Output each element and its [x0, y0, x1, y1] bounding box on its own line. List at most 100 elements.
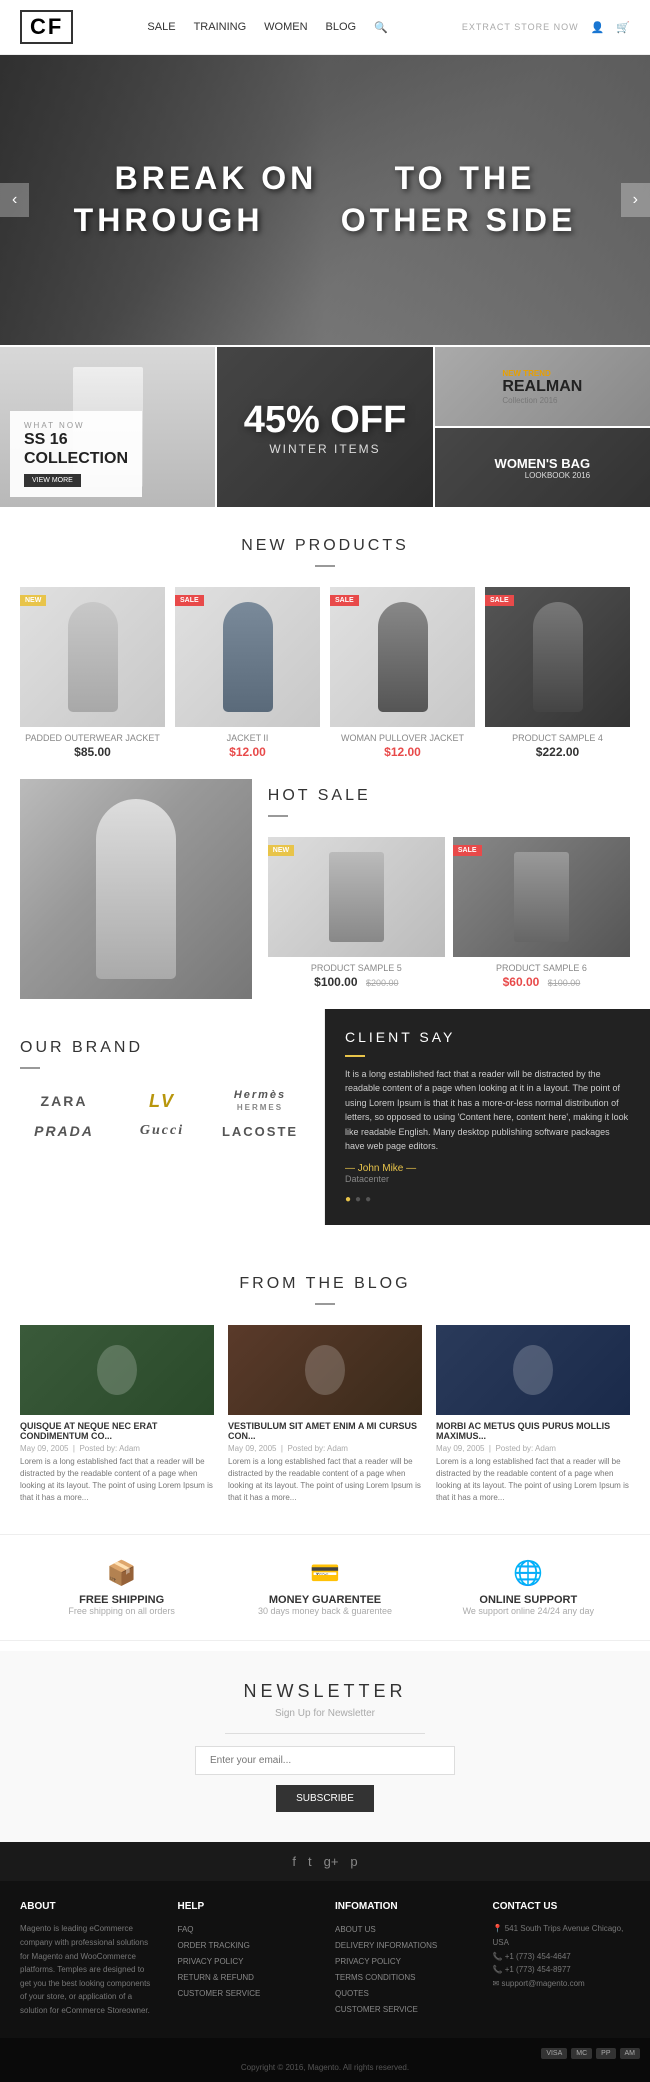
facebook-icon[interactable]: f	[292, 1854, 296, 1869]
client-say-title: CLIENT SAY	[345, 1029, 630, 1045]
hot-product-image-2[interactable]: SALE	[453, 837, 630, 957]
footer-link-privacy[interactable]: PRIVACY POLICY	[178, 1954, 316, 1970]
promo-realman[interactable]: NEW TREND REALMAN Collection 2016	[435, 347, 650, 426]
hero-prev-button[interactable]: ‹	[0, 183, 29, 217]
product-card-4: SALE PRODUCT SAMPLE 4 $222.00	[485, 587, 630, 759]
product-price-1: $85.00	[20, 745, 165, 759]
hot-product-2: SALE PRODUCT SAMPLE 6 $60.00 $100.00	[453, 837, 630, 991]
newsletter-subscribe-button[interactable]: SUBSCRIBE	[276, 1785, 374, 1812]
blog-post-2: VESTIBULUM SIT AMET ENIM A MI CURSUS CON…	[228, 1325, 422, 1504]
brand-lv[interactable]: LV	[118, 1091, 206, 1112]
nav-blog[interactable]: BLOG	[326, 21, 357, 34]
product-image-3[interactable]: SALE	[330, 587, 475, 727]
newsletter-email-input[interactable]	[195, 1746, 455, 1775]
footer-link-faq[interactable]: FAQ	[178, 1922, 316, 1938]
dot-2[interactable]: ●	[355, 1194, 361, 1205]
nav-training[interactable]: TRAINING	[194, 21, 247, 34]
promo-badge: WHAT NOW	[24, 421, 128, 430]
blog-date-1: May 09, 2005	[20, 1444, 68, 1453]
hot-tag-2: SALE	[453, 845, 482, 856]
main-nav: SALE TRAINING WOMEN BLOG 🔍	[147, 21, 387, 34]
pinterest-icon[interactable]: p	[350, 1854, 357, 1869]
blog-meta-1: May 09, 2005 | Posted by: Adam	[20, 1444, 214, 1453]
footer-address: 📍 541 South Trips Avenue Chicago, USA	[493, 1922, 631, 1949]
extract-store-link[interactable]: EXTRACT STORE NOW	[462, 22, 579, 32]
footer-link-delivery[interactable]: DELIVERY INFORMATIONS	[335, 1938, 473, 1954]
newsletter-section: NEWSLETTER Sign Up for Newsletter SUBSCR…	[0, 1651, 650, 1842]
footer-link-about[interactable]: ABOUT US	[335, 1922, 473, 1938]
product-image-4[interactable]: SALE	[485, 587, 630, 727]
blog-image-2[interactable]	[228, 1325, 422, 1415]
cart-icon[interactable]: 🛒	[616, 21, 630, 34]
brand-lacoste[interactable]: LACOSTE	[216, 1124, 304, 1139]
new-products-grid: NEW PADDED OUTERWEAR JACKET $85.00 SALE …	[0, 587, 650, 779]
product-name-2: JACKET II	[175, 733, 320, 743]
dot-3[interactable]: ●	[365, 1194, 371, 1205]
our-brand-title: OUR BRAND	[20, 1029, 304, 1067]
hot-sale-section: HOT SALE NEW PRODUCT SAMPLE 5 $100.00 $2…	[0, 779, 650, 1009]
footer-link-customer2[interactable]: CUSTOMER SERVICE	[335, 2002, 473, 2018]
footer-phone1[interactable]: 📞 +1 (773) 454-4647	[493, 1950, 631, 1964]
hot-tag-1: NEW	[268, 845, 294, 856]
hero-banner: ‹ BREAK ON TO THE THROUGH OTHER SIDE ›	[0, 55, 650, 345]
nav-women[interactable]: WOMEN	[264, 21, 307, 34]
hot-product-1: NEW PRODUCT SAMPLE 5 $100.00 $200.00	[268, 837, 445, 991]
payment-icons: VISA MC PP AM	[10, 2048, 640, 2059]
brand-gucci[interactable]: Gucci	[118, 1123, 206, 1139]
footer-link-return[interactable]: RETURN & REFUND	[178, 1970, 316, 1986]
product-image-2[interactable]: SALE	[175, 587, 320, 727]
features-section: 📦 FREE SHIPPING Free shipping on all ord…	[0, 1534, 650, 1641]
footer-link-tracking[interactable]: ORDER TRACKING	[178, 1938, 316, 1954]
client-author: — John Mike —	[345, 1163, 630, 1174]
blog-section: FROM THE BLOG QUISQUE AT NEQUE NEC ERAT …	[0, 1227, 650, 1524]
hot-product-name-1: PRODUCT SAMPLE 5	[268, 963, 445, 973]
product-price-2: $12.00	[175, 745, 320, 759]
blog-meta-2: May 09, 2005 | Posted by: Adam	[228, 1444, 422, 1453]
brand-zara[interactable]: ZARA	[20, 1093, 108, 1109]
blog-image-3[interactable]	[436, 1325, 630, 1415]
blog-image-1[interactable]	[20, 1325, 214, 1415]
support-icon: 🌐	[427, 1559, 630, 1588]
footer-link-terms[interactable]: TERMS CONDITIONS	[335, 1970, 473, 1986]
client-say-quote: It is a long established fact that a rea…	[345, 1067, 630, 1153]
brand-hermes[interactable]: HermèsHERMES	[216, 1089, 304, 1113]
brand-divider	[20, 1067, 40, 1069]
twitter-icon[interactable]: t	[308, 1854, 312, 1869]
google-plus-icon[interactable]: g+	[324, 1854, 339, 1869]
product-tag-4: SALE	[485, 595, 514, 606]
footer-link-privacy2[interactable]: PRIVACY POLICY	[335, 1954, 473, 1970]
footer-email[interactable]: ✉ support@magento.com	[493, 1977, 631, 1991]
promo-ss16[interactable]: WHAT NOW SS 16COLLECTION VIEW MORE	[0, 347, 215, 507]
promo-womens-bag[interactable]: WOMEN'S BAG LOOKBOOK 2016	[435, 428, 650, 507]
logo: CF	[20, 10, 73, 44]
brand-prada[interactable]: PRADA	[20, 1123, 108, 1139]
blog-meta-3: May 09, 2005 | Posted by: Adam	[436, 1444, 630, 1453]
feature-money-desc: 30 days money back & guarentee	[223, 1606, 426, 1616]
hot-product-image-1[interactable]: NEW	[268, 837, 445, 957]
feature-shipping: 📦 FREE SHIPPING Free shipping on all ord…	[20, 1559, 223, 1616]
header-right: EXTRACT STORE NOW 👤 🛒	[462, 21, 630, 34]
feature-shipping-title: FREE SHIPPING	[20, 1594, 223, 1606]
womens-bag-title: WOMEN'S BAG	[495, 456, 591, 471]
hero-text: BREAK ON TO THE THROUGH OTHER SIDE	[74, 158, 577, 241]
footer-phone2[interactable]: 📞 +1 (773) 454-8977	[493, 1963, 631, 1977]
promo-sale[interactable]: 45% OFF WINTER ITEMS	[217, 347, 432, 507]
user-icon[interactable]: 👤	[591, 21, 605, 34]
footer-link-customer[interactable]: CUSTOMER SERVICE	[178, 1986, 316, 2002]
footer-link-quotes[interactable]: QUOTES	[335, 1986, 473, 2002]
blog-post-title-1: QUISQUE AT NEQUE NEC ERAT CONDIMENTUM CO…	[20, 1421, 214, 1441]
product-price-4: $222.00	[485, 745, 630, 759]
brand-grid: ZARA LV HermèsHERMES PRADA Gucci LACOSTE	[20, 1089, 304, 1139]
footer-info-col: INFOMATION ABOUT US DELIVERY INFORMATION…	[335, 1901, 473, 2018]
footer-contact-col: CONTACT US 📍 541 South Trips Avenue Chic…	[493, 1901, 631, 2018]
view-more-button[interactable]: VIEW MORE	[24, 474, 81, 487]
product-image-1[interactable]: NEW	[20, 587, 165, 727]
dot-active[interactable]: ●	[345, 1194, 351, 1205]
search-icon[interactable]: 🔍	[374, 21, 388, 34]
feature-shipping-desc: Free shipping on all orders	[20, 1606, 223, 1616]
hero-next-button[interactable]: ›	[621, 183, 650, 217]
product-tag-2: SALE	[175, 595, 204, 606]
nav-sale[interactable]: SALE	[147, 21, 175, 34]
hot-product-price-2: $60.00	[503, 975, 540, 989]
newsletter-title: NEWSLETTER	[20, 1681, 630, 1702]
